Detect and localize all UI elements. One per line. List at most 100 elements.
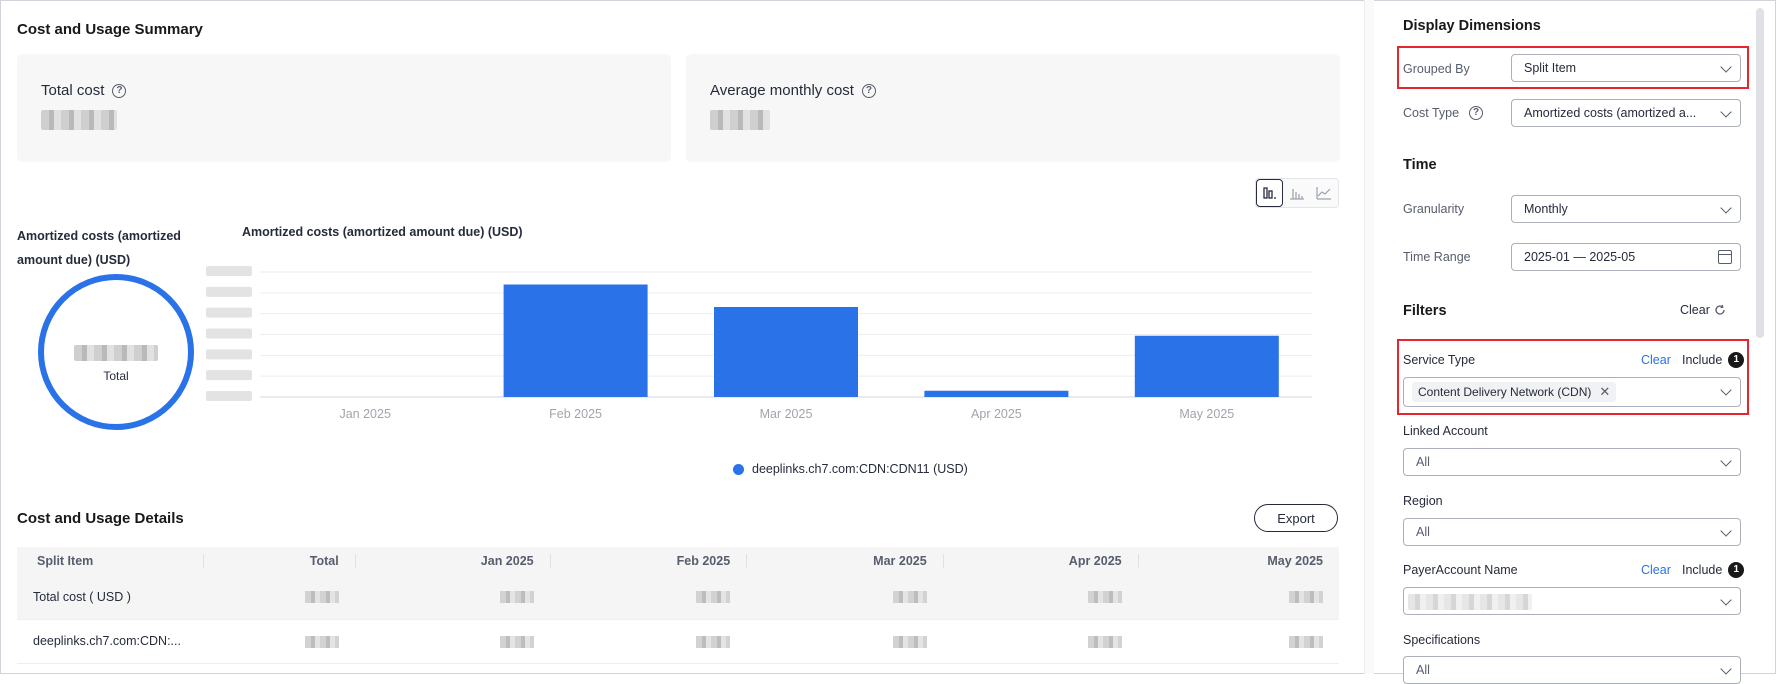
total-cost-label: Total cost ? bbox=[41, 82, 127, 99]
granularity-select[interactable]: Monthly bbox=[1511, 195, 1741, 223]
service-type-select[interactable]: Content Delivery Network (CDN) ✕ bbox=[1403, 377, 1741, 407]
bar-chart-icon[interactable] bbox=[1283, 179, 1310, 207]
column-header[interactable]: Jan 2025 bbox=[354, 547, 550, 575]
grouped-by-value: Split Item bbox=[1524, 61, 1577, 75]
y-tick-label-redacted bbox=[206, 349, 252, 360]
linked-account-value: All bbox=[1416, 455, 1430, 469]
region-label: Region bbox=[1403, 494, 1443, 508]
payer-account-clear-link[interactable]: Clear bbox=[1641, 563, 1671, 577]
table-cell bbox=[942, 619, 1138, 664]
y-tick-label-redacted bbox=[206, 266, 252, 276]
cost-type-select[interactable]: Amortized costs (amortized a... bbox=[1511, 99, 1741, 127]
column-header[interactable]: Mar 2025 bbox=[746, 547, 943, 575]
chevron-down-icon bbox=[1720, 61, 1732, 73]
average-monthly-cost-text: Average monthly cost bbox=[710, 82, 854, 99]
chevron-down-icon bbox=[1720, 202, 1732, 214]
column-header[interactable]: Apr 2025 bbox=[942, 547, 1138, 575]
service-type-clear-link[interactable]: Clear bbox=[1641, 353, 1671, 367]
chart-legend[interactable]: deeplinks.ch7.com:CDN:CDN11 (USD) bbox=[733, 462, 968, 476]
clear-all-text: Clear bbox=[1680, 303, 1710, 317]
row-label[interactable]: deeplinks.ch7.com:CDN:... bbox=[17, 619, 203, 664]
average-monthly-cost-label: Average monthly cost ? bbox=[710, 82, 876, 99]
specifications-select[interactable]: All bbox=[1403, 656, 1741, 684]
linked-account-select[interactable]: All bbox=[1403, 448, 1741, 476]
y-tick-label-redacted bbox=[206, 328, 252, 339]
redacted-value bbox=[696, 591, 731, 604]
include-text: Include bbox=[1682, 563, 1723, 577]
redacted-value bbox=[304, 591, 339, 604]
help-icon[interactable]: ? bbox=[112, 83, 127, 98]
column-header[interactable]: Feb 2025 bbox=[549, 547, 747, 575]
granularity-label: Granularity bbox=[1403, 202, 1465, 216]
total-cost-value-redacted bbox=[41, 110, 117, 130]
bar-chart: Jan 2025 Feb 2025 Mar 2025 Apr 2025 May 2025 bbox=[206, 266, 1312, 421]
x-tick-label: May 2025 bbox=[1179, 407, 1234, 421]
redacted-value bbox=[499, 591, 534, 604]
service-type-include[interactable]: Include 1 bbox=[1682, 352, 1745, 368]
chevron-down-icon bbox=[1720, 525, 1732, 537]
bar bbox=[924, 390, 1069, 397]
column-header[interactable]: Total bbox=[203, 547, 355, 575]
time-range-value: 2025-01 — 2025-05 bbox=[1524, 250, 1636, 264]
redacted-value bbox=[1289, 635, 1323, 648]
x-tick-label: Mar 2025 bbox=[760, 407, 813, 421]
clear-all-filters-button[interactable]: Clear bbox=[1680, 303, 1726, 317]
grouped-by-select[interactable]: Split Item bbox=[1511, 54, 1741, 82]
y-tick-label-redacted bbox=[206, 286, 252, 297]
stacked-bar-chart-icon[interactable] bbox=[1256, 179, 1284, 207]
table-cell bbox=[203, 619, 355, 664]
calendar-icon[interactable] bbox=[1718, 250, 1732, 264]
payer-account-select[interactable] bbox=[1403, 587, 1741, 615]
chart-type-switch bbox=[1255, 178, 1339, 208]
table-cell bbox=[746, 575, 943, 620]
table-cell bbox=[354, 575, 550, 620]
redacted-value bbox=[892, 591, 927, 604]
y-tick-label-redacted bbox=[206, 391, 252, 401]
include-count-badge: 1 bbox=[1728, 352, 1745, 368]
chevron-down-icon bbox=[1720, 594, 1732, 606]
redacted-value bbox=[499, 635, 534, 648]
column-header[interactable]: Split Item bbox=[17, 547, 203, 575]
total-cost-card: Total cost ? bbox=[17, 54, 671, 162]
filters-heading: Filters bbox=[1403, 303, 1447, 319]
bar bbox=[714, 307, 858, 397]
table-header-row: Split Item Total Jan 2025 Feb 2025 Mar 2… bbox=[17, 547, 1339, 575]
chevron-down-icon bbox=[1720, 384, 1732, 396]
close-icon[interactable]: ✕ bbox=[1599, 382, 1610, 402]
service-type-label: Service Type bbox=[1403, 353, 1476, 367]
bar bbox=[503, 284, 648, 397]
redacted-value bbox=[1087, 591, 1122, 604]
column-header[interactable]: May 2025 bbox=[1137, 547, 1339, 575]
redacted-value bbox=[1289, 591, 1323, 604]
average-monthly-cost-value-redacted bbox=[710, 110, 770, 130]
table-cell bbox=[746, 619, 943, 664]
table-cell bbox=[1137, 619, 1339, 664]
time-range-picker[interactable]: 2025-01 — 2025-05 bbox=[1511, 243, 1741, 271]
payer-account-label: PayerAccount Name bbox=[1403, 563, 1518, 577]
chevron-down-icon bbox=[1720, 455, 1732, 467]
table-row[interactable]: deeplinks.ch7.com:CDN:... bbox=[17, 619, 1339, 664]
table-cell bbox=[549, 619, 747, 664]
redacted-value bbox=[1087, 635, 1122, 648]
x-tick-label: Jan 2025 bbox=[339, 407, 390, 421]
line-chart-icon[interactable] bbox=[1311, 179, 1338, 207]
linked-account-label: Linked Account bbox=[1403, 424, 1488, 438]
export-button[interactable]: Export bbox=[1254, 504, 1338, 532]
y-tick-label-redacted bbox=[206, 307, 252, 318]
table-cell bbox=[1137, 575, 1339, 620]
table-cell bbox=[942, 575, 1138, 620]
redacted-value bbox=[696, 635, 731, 648]
table-cell bbox=[549, 575, 747, 620]
granularity-value: Monthly bbox=[1524, 202, 1568, 216]
table-row: Total cost ( USD ) bbox=[17, 575, 1339, 620]
payer-account-include[interactable]: Include 1 bbox=[1682, 562, 1745, 578]
x-tick-label: Apr 2025 bbox=[971, 407, 1022, 421]
donut-chart: Total bbox=[38, 274, 194, 430]
summary-title: Cost and Usage Summary bbox=[17, 21, 203, 38]
main-panel: Cost and Usage Summary Total cost ? Aver… bbox=[0, 0, 1364, 674]
help-icon[interactable]: ? bbox=[861, 83, 876, 98]
help-icon[interactable]: ? bbox=[1469, 106, 1484, 120]
region-select[interactable]: All bbox=[1403, 518, 1741, 546]
donut-total-value-redacted bbox=[74, 345, 158, 361]
sidebar-scrollbar[interactable] bbox=[1756, 8, 1764, 338]
